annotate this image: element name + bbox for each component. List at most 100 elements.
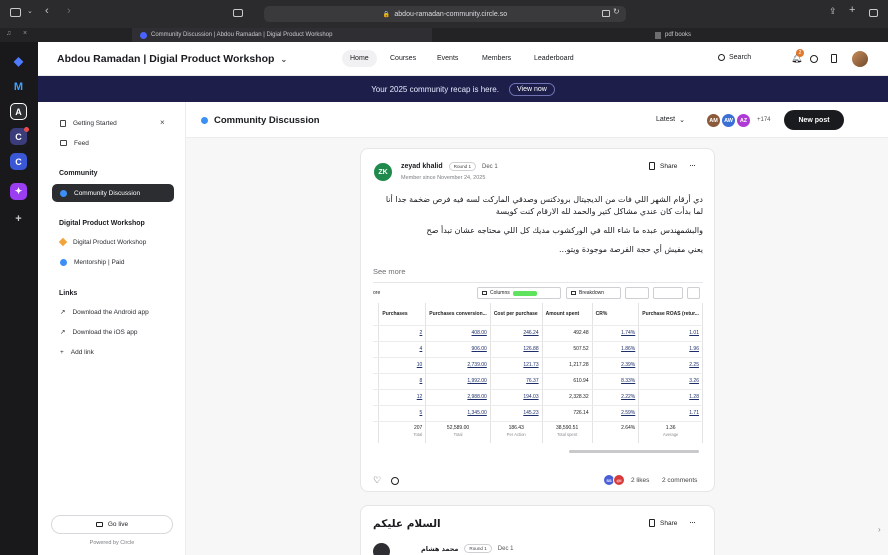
- comments-count[interactable]: 2 comments: [662, 477, 697, 484]
- sidebar-item-mentorship[interactable]: Mentorship | Paid: [52, 253, 174, 271]
- like-icon[interactable]: ♡: [373, 475, 381, 486]
- view-now-button[interactable]: View now: [508, 82, 555, 96]
- sheet-cell: 1.01: [638, 325, 703, 342]
- collapse-panel-icon[interactable]: ›: [878, 525, 881, 534]
- notification-badge: 2: [796, 49, 804, 57]
- nav-leaderboard[interactable]: Leaderboard: [526, 50, 582, 67]
- member-avatar[interactable]: AM: [706, 113, 721, 128]
- tab-community[interactable]: Community Discussion | Abdou Ramadan | D…: [132, 28, 432, 42]
- tab-label: pdf books: [665, 32, 692, 38]
- search-button[interactable]: Search: [718, 54, 751, 61]
- sidebar-link-ios[interactable]: ↗ Download the iOS app: [52, 323, 174, 341]
- post-title[interactable]: السلام عليكم: [373, 518, 441, 530]
- export-icon: [653, 287, 683, 299]
- community-title-text: Abdou Ramadan | Digial Product Workshop: [57, 53, 275, 65]
- rail-label: C: [15, 131, 22, 142]
- sparkle-icon[interactable]: ✦: [10, 183, 27, 200]
- new-post-button[interactable]: New post: [784, 110, 844, 130]
- liker-avatar[interactable]: @l: [613, 474, 625, 486]
- forward-icon[interactable]: ›: [67, 5, 71, 17]
- sheet-toolbar-more: ore: [373, 290, 381, 296]
- sheet-toolbar: ore Columns Breakdown: [373, 287, 703, 301]
- share-button[interactable]: Share: [649, 519, 677, 527]
- sheet-cell: 1.74%: [592, 325, 640, 342]
- share-button[interactable]: Share: [649, 162, 677, 170]
- post-date[interactable]: Dec 1: [482, 164, 498, 170]
- sort-dropdown[interactable]: Latest ⌄: [656, 116, 685, 124]
- back-icon[interactable]: ‹: [45, 5, 49, 17]
- share-icon[interactable]: ⇪: [829, 6, 837, 17]
- comment-icon[interactable]: [391, 476, 400, 485]
- sheet-cell: 126.88: [490, 341, 543, 358]
- reload-icon[interactable]: ↻: [613, 7, 620, 16]
- translate-icon[interactable]: [602, 10, 610, 17]
- post-actions: ♡: [373, 475, 400, 486]
- author-name[interactable]: محمد هشام: [421, 545, 458, 553]
- bookmark-icon[interactable]: [831, 54, 837, 63]
- community-a[interactable]: A: [10, 103, 27, 120]
- globe-icon: [60, 258, 67, 266]
- community-title[interactable]: Abdou Ramadan | Digial Product Workshop …: [57, 53, 287, 65]
- member-avatar[interactable]: AZ: [736, 113, 751, 128]
- share-label: Share: [660, 519, 678, 527]
- recap-banner: Your 2025 community recap is here. View …: [38, 76, 888, 102]
- author-name[interactable]: zeyad khalid: [401, 163, 443, 170]
- sheet-total-caption: Total spent: [556, 431, 578, 437]
- m-logo-icon[interactable]: M: [10, 78, 27, 95]
- sheet-cell: 2.22%: [592, 389, 640, 406]
- sidebar-toggle-icon[interactable]: [10, 8, 21, 17]
- post-date[interactable]: Dec 1: [498, 546, 514, 552]
- sheet-row: 8 1,992.00 76.37 610.94 8.33% 3.26: [373, 373, 703, 390]
- add-community-icon[interactable]: +: [10, 210, 27, 227]
- post-image-ads-report[interactable]: ore Columns Breakdown Purchases Purchase…: [373, 282, 703, 459]
- user-avatar[interactable]: [852, 51, 868, 67]
- more-options-icon[interactable]: ···: [689, 517, 696, 527]
- sheet-cell: 906.00: [425, 341, 491, 358]
- tabs-icon[interactable]: [869, 9, 878, 17]
- avatar-initials: AM: [709, 117, 718, 124]
- sidebar-link-android[interactable]: ↗ Download the Android app: [52, 303, 174, 321]
- sidebar-item-getting-started[interactable]: Getting Started: [52, 114, 174, 132]
- sidebar-add-link[interactable]: + Add link: [52, 343, 174, 361]
- post-meta: zeyad khalid Round 1 Dec 1: [401, 162, 498, 171]
- unread-dot: [24, 127, 29, 132]
- address-bar[interactable]: 🔒 abdou-ramadan-community.circle.so: [264, 6, 626, 22]
- sheet-total-value: 52,589.00: [446, 424, 470, 431]
- member-avatar[interactable]: AW: [721, 113, 736, 128]
- sheet-total-cell: 2.64%: [592, 421, 640, 443]
- see-more-link[interactable]: See more: [373, 267, 406, 276]
- nav-home[interactable]: Home: [342, 50, 377, 67]
- circle-logo-icon[interactable]: ◆: [10, 52, 27, 69]
- sheet-cell: 194.03: [490, 389, 543, 406]
- go-live-button[interactable]: Go live: [51, 515, 173, 534]
- chevron-down-icon[interactable]: ⌄: [27, 7, 33, 15]
- powered-by[interactable]: Powered by Circle: [38, 540, 186, 546]
- new-tab-icon[interactable]: +: [849, 4, 855, 16]
- member-count[interactable]: +174: [757, 117, 771, 123]
- close-icon[interactable]: ×: [160, 118, 165, 127]
- community-c2[interactable]: C: [10, 153, 27, 170]
- nav-events[interactable]: Events: [429, 50, 466, 67]
- nav-label: Events: [437, 55, 459, 62]
- tab-overview-icon[interactable]: [233, 9, 243, 17]
- chat-icon[interactable]: [810, 55, 818, 63]
- sheet-cell: 1.96: [638, 341, 703, 358]
- sheet-cell: 1,992.00: [425, 373, 491, 390]
- sidebar-item-community-discussion[interactable]: Community Discussion: [52, 184, 174, 202]
- close-tab-icon[interactable]: ×: [23, 30, 27, 37]
- circle-favicon-icon: [140, 31, 147, 39]
- tab-pdf-books[interactable]: pdf books: [647, 28, 787, 42]
- sidebar-item-feed[interactable]: Feed: [52, 134, 174, 152]
- more-options-icon[interactable]: ···: [689, 160, 696, 170]
- breakdown-icon: [571, 291, 576, 295]
- sidebar-item-digital-product-workshop[interactable]: Digital Product Workshop: [52, 233, 174, 251]
- nav-members[interactable]: Members: [474, 50, 519, 67]
- external-link-icon: ↗: [60, 329, 66, 336]
- sidebar-item-label: Download the iOS app: [72, 328, 138, 336]
- nav-courses[interactable]: Courses: [382, 50, 424, 67]
- nav-label: Courses: [390, 55, 417, 62]
- author-avatar[interactable]: ZK: [373, 162, 393, 182]
- likes-count[interactable]: 2 likes: [631, 477, 649, 484]
- author-avatar[interactable]: [373, 543, 390, 555]
- sidebar-item-label: Download the Android app: [72, 308, 149, 316]
